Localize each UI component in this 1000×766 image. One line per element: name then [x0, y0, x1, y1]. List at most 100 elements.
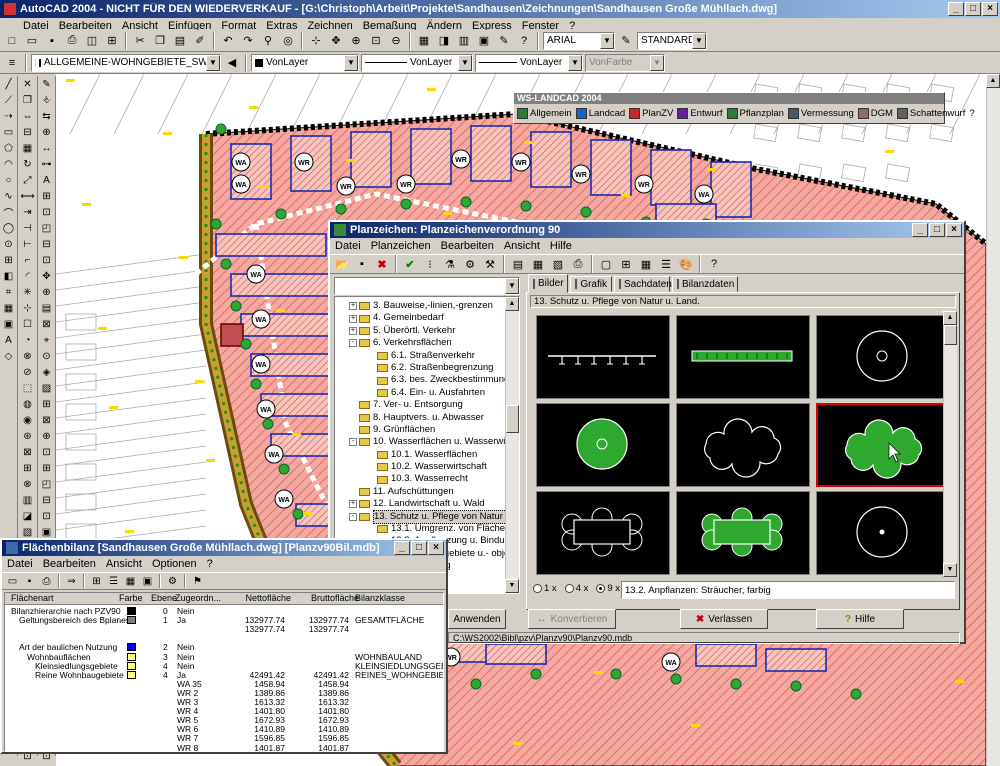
symbol-description-field[interactable]: 13.2. Anpflanzen: Sträucher, farbig — [621, 581, 955, 599]
tool-106-icon[interactable]: ⤢ — [20, 173, 36, 188]
lineweight-combo[interactable]: VonLayer ▼ — [475, 53, 583, 72]
tool-209-icon[interactable]: ◰ — [39, 221, 55, 236]
tool-202-icon[interactable]: ⇆ — [39, 109, 55, 124]
tab-bilder[interactable]: Bilder — [528, 274, 568, 293]
preview-icon[interactable]: ◫ — [83, 32, 101, 50]
tool-220-icon[interactable]: ⊞ — [39, 397, 55, 412]
planz-help-icon[interactable]: ? — [705, 255, 723, 273]
landcad-entwurf-button[interactable]: Entwurf — [677, 107, 723, 119]
tree-scroll-up-button[interactable]: ▲ — [505, 297, 519, 311]
tree-filter-combo[interactable]: ▼ — [334, 277, 520, 295]
font-combo[interactable]: ARIAL ▼ — [543, 31, 615, 50]
help-icon[interactable]: ? — [515, 32, 533, 50]
tool-210-icon[interactable]: ⊟ — [39, 237, 55, 252]
revcloud-icon[interactable]: ∿ — [1, 189, 17, 204]
planz-select-icon[interactable]: ⚙ — [461, 255, 479, 273]
column-header-4[interactable]: Nettofläche — [245, 593, 291, 603]
symbol-cell[interactable] — [816, 491, 950, 575]
symbol-cell[interactable] — [816, 315, 950, 399]
radio-checked-icon[interactable] — [596, 584, 606, 593]
radio-icon[interactable] — [564, 584, 574, 593]
ellipse-arc-icon[interactable]: ⊙ — [1, 237, 17, 252]
landcad-pflanzplan-button[interactable]: Pflanzplan — [726, 107, 784, 119]
bilanz-settings-icon[interactable]: ⚙ — [165, 574, 180, 589]
planz-export-icon[interactable]: ▦ — [529, 255, 547, 273]
symbol-cell[interactable] — [676, 315, 810, 399]
planz-import-icon[interactable]: ▤ — [509, 255, 527, 273]
tree-scroll-down-button[interactable]: ▼ — [505, 579, 519, 593]
planz-menu-planzeichen[interactable]: Planzeichen — [366, 240, 436, 252]
bilanz-menu-bearbeiten[interactable]: Bearbeiten — [38, 558, 101, 570]
landcad-schattenwurf-button[interactable]: Schattenwurf — [896, 107, 965, 119]
tool-224-icon[interactable]: ⊞ — [39, 461, 55, 476]
tree-item[interactable]: 9. Grünflächen — [335, 424, 519, 436]
color-combo[interactable]: VonLayer ▼ — [251, 53, 359, 72]
tool-107-icon[interactable]: ⟷ — [20, 189, 36, 204]
planz-filter-icon[interactable]: ⚗ — [441, 255, 459, 273]
collapse-icon[interactable]: - — [349, 438, 357, 447]
tool-206-icon[interactable]: A — [39, 173, 55, 188]
tool-123-icon[interactable]: ⊠ — [20, 445, 36, 460]
collapse-icon[interactable]: - — [349, 339, 357, 348]
tool-200-icon[interactable]: ✎ — [39, 77, 55, 92]
make-block-icon[interactable]: ◧ — [1, 269, 17, 284]
landcad-planzv-button[interactable]: PlanZV — [629, 107, 673, 119]
tool-109-icon[interactable]: ⊣ — [20, 221, 36, 236]
matchprop-icon[interactable]: ✐ — [191, 32, 209, 50]
tab-bilanzdaten[interactable]: Bilanzdaten — [672, 276, 738, 292]
zoom-option[interactable]: 4 x — [564, 583, 588, 594]
designcenter-icon[interactable]: ◨ — [435, 32, 453, 50]
planz-menu-datei[interactable]: Datei — [330, 240, 366, 252]
expand-icon[interactable]: + — [349, 302, 357, 311]
undo-icon[interactable]: ↶ — [219, 32, 237, 50]
tool-221-icon[interactable]: ⊠ — [39, 413, 55, 428]
scroll-up-button[interactable]: ▲ — [986, 74, 1000, 88]
tree-item[interactable]: 8. Hauptvers. u. Abwasser — [335, 412, 519, 424]
layer-combo[interactable]: ALLGEMEINE-WOHNGEBIETE_SW_B ▼ — [31, 53, 221, 72]
tree-item[interactable]: 10.2. Wasserwirtschaft — [335, 461, 519, 473]
ellipse-icon[interactable]: ◯ — [1, 221, 17, 236]
tool-115-icon[interactable]: ☐ — [20, 317, 36, 332]
symbol-grid-vscroll[interactable]: ▲ ▼ — [943, 311, 957, 577]
circle-icon[interactable]: ○ — [1, 173, 17, 188]
help-button[interactable]: ? Hilfe — [816, 609, 904, 629]
tool-227-icon[interactable]: ⊡ — [39, 509, 55, 524]
tool-203-icon[interactable]: ⊕ — [39, 125, 55, 140]
tool-102-icon[interactable]: ⇔ — [20, 109, 36, 124]
tree-item[interactable]: +4. Gemeinbedarf — [335, 312, 519, 324]
tree-item[interactable]: 6.3. bes. Zweckbestimmung — [335, 374, 519, 386]
tool-126-icon[interactable]: ▥ — [20, 493, 36, 508]
column-header-0[interactable]: Flächenart — [11, 593, 54, 603]
expand-icon[interactable]: + — [349, 326, 357, 335]
grid-scroll-down-button[interactable]: ▼ — [943, 563, 957, 577]
hatch-icon[interactable]: ▦ — [1, 301, 17, 316]
tool-104-icon[interactable]: ▦ — [20, 141, 36, 156]
arc-icon[interactable]: ◠ — [1, 157, 17, 172]
symbol-cell[interactable] — [676, 491, 810, 575]
zoom-option[interactable]: 9 x — [596, 583, 620, 594]
expand-icon[interactable]: + — [349, 500, 357, 509]
new-icon[interactable]: □ — [3, 32, 21, 50]
tool-119-icon[interactable]: ⬚ — [20, 381, 36, 396]
bilanz-menu-optionen[interactable]: Optionen — [147, 558, 202, 570]
line-icon[interactable]: ╱ — [1, 77, 17, 92]
close-button[interactable]: × — [982, 2, 998, 16]
bilanz-save-icon[interactable]: ▪ — [22, 574, 37, 589]
tool-116-icon[interactable]: ◔ — [20, 333, 36, 348]
tool-218-icon[interactable]: ◈ — [39, 365, 55, 380]
tool-121-icon[interactable]: ◉ — [20, 413, 36, 428]
tool-204-icon[interactable]: ↔ — [39, 141, 55, 156]
tool-112-icon[interactable]: ◜ — [20, 269, 36, 284]
tree-vscroll[interactable]: ▲ ▼ — [505, 297, 519, 593]
planz-list-check-icon[interactable]: ⁝ — [421, 255, 439, 273]
hyperlink-icon[interactable]: ⚲ — [259, 32, 277, 50]
planz-report-icon[interactable]: ▧ — [549, 255, 567, 273]
tree-item[interactable]: 6.4. Ein- u. Ausfahrten — [335, 387, 519, 399]
tool-213-icon[interactable]: ⊕ — [39, 285, 55, 300]
print-icon[interactable]: ⎙ — [63, 32, 81, 50]
maximize-button[interactable]: □ — [965, 2, 981, 16]
tool-110-icon[interactable]: ⊢ — [20, 237, 36, 252]
grid-scroll-up-button[interactable]: ▲ — [943, 311, 957, 325]
mtext-icon[interactable]: A — [1, 333, 17, 348]
properties-icon[interactable]: ▦ — [415, 32, 433, 50]
